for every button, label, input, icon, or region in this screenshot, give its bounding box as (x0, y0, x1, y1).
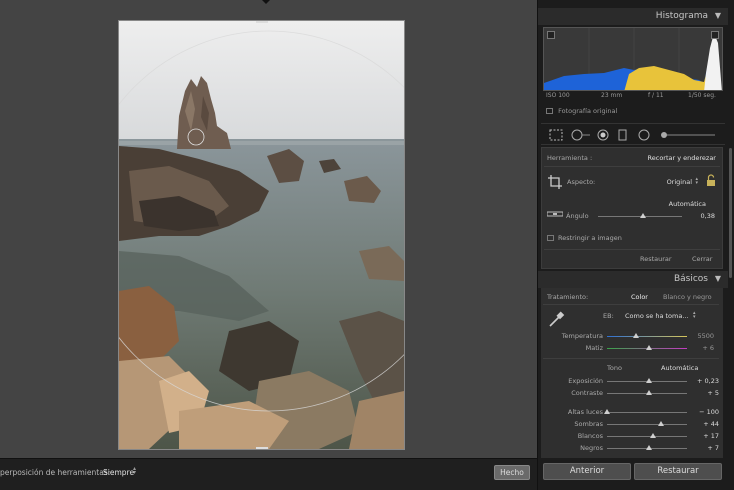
collapse-arrow-icon[interactable]: ▼ (715, 11, 721, 20)
tone-label: Tono (607, 364, 622, 372)
auto-straighten-button[interactable]: Automática (669, 200, 706, 208)
spot-removal-tool-icon[interactable] (571, 129, 591, 141)
basic-panel-title: Básicos (673, 274, 708, 284)
focal-length-value: 23 mm (601, 92, 623, 99)
temperature-slider-track[interactable] (607, 336, 687, 337)
tone-slider-value[interactable]: + 5 (689, 389, 719, 397)
angle-value[interactable]: 0,38 (701, 212, 715, 220)
treatment-bw-option[interactable]: Blanco y negro (663, 293, 712, 301)
histogram-title: Histograma (655, 11, 708, 21)
basic-panel-body: Tratamiento: Color Blanco y negro EB: Co… (541, 288, 723, 458)
separator (544, 249, 720, 250)
coastal-rock-photo (119, 21, 404, 449)
adjustment-brush-tool-icon[interactable] (659, 129, 717, 141)
tone-slider-value[interactable]: + 44 (689, 420, 719, 428)
angle-slider-knob[interactable] (639, 213, 646, 218)
tone-slider-label: Sombras (574, 420, 603, 428)
crop-frame-tool-icon[interactable] (548, 175, 562, 189)
constrain-label: Restringir a imagen (558, 234, 622, 242)
tone-slider-track[interactable] (607, 436, 687, 437)
iso-value: ISO 100 (546, 92, 570, 99)
tone-slider-knob[interactable] (649, 433, 656, 438)
crop-handle-bottom[interactable] (256, 447, 268, 449)
previous-button[interactable]: Anterior (543, 463, 631, 480)
treatment-label: Tratamiento: (547, 293, 589, 301)
temperature-label: Temperatura (561, 332, 603, 340)
tone-slider-label: Altas luces (567, 408, 603, 416)
constrain-checkbox[interactable] (547, 235, 554, 241)
tool-strip (541, 123, 725, 145)
histogram-header[interactable]: Histograma ▼ (538, 8, 728, 25)
white-balance-eyedropper-icon[interactable] (547, 310, 565, 328)
aspect-select[interactable]: Original (667, 178, 692, 186)
tint-value[interactable]: + 6 (684, 344, 714, 352)
aspect-label: Aspecto: (567, 178, 596, 186)
tint-slider-knob[interactable] (645, 345, 652, 350)
tone-slider-knob[interactable] (604, 409, 610, 414)
tone-slider-label: Blancos (577, 432, 603, 440)
tone-slider-value[interactable]: − 100 (689, 408, 719, 416)
basic-panel-header[interactable]: Básicos ▼ (538, 271, 728, 288)
histogram-curve (544, 28, 722, 90)
temperature-value[interactable]: 5500 (684, 332, 714, 340)
aspect-updown-icon[interactable]: ▴ ▾ (695, 177, 698, 186)
tone-slider-track[interactable] (607, 424, 687, 425)
panel-scrollbar[interactable] (729, 130, 732, 460)
tone-slider-value[interactable]: + 7 (689, 444, 719, 452)
tone-slider-label: Negros (580, 444, 603, 452)
tone-slider-label: Exposición (568, 377, 603, 385)
tone-slider-knob[interactable] (646, 445, 653, 450)
tone-auto-button[interactable]: Automática (661, 364, 698, 372)
tool-overlay-label: perposición de herramientas: (0, 468, 111, 477)
tone-slider-value[interactable]: + 17 (689, 432, 719, 440)
tint-label: Matiz (585, 344, 603, 352)
bottom-toolbar: perposición de herramientas: Siempre ▴ ▾ … (0, 458, 537, 490)
done-button[interactable]: Hecho (494, 465, 530, 480)
scrollbar-thumb[interactable] (729, 148, 732, 278)
straighten-level-icon[interactable] (547, 210, 563, 218)
shutter-value: 1/50 seg. (688, 92, 716, 99)
tool-overlay-select[interactable]: Siempre (103, 468, 134, 477)
tone-slider-track[interactable] (607, 412, 687, 413)
filmstrip-toggle-icon[interactable] (262, 0, 270, 4)
wb-updown-icon[interactable]: ▴ ▾ (693, 311, 696, 320)
aperture-value: f / 11 (648, 92, 664, 99)
original-photo-checkbox[interactable] (546, 108, 553, 114)
angle-label: Ángulo (566, 212, 589, 220)
crop-straighten-panel: Herramienta : Recortar y enderezar Aspec… (541, 147, 723, 269)
red-eye-tool-icon[interactable] (596, 129, 610, 141)
separator (544, 166, 720, 167)
tone-slider-value[interactable]: + 0,23 (689, 377, 719, 385)
radial-filter-tool-icon[interactable] (637, 129, 651, 141)
treatment-color-option[interactable]: Color (631, 293, 648, 301)
updown-arrows-icon[interactable]: ▴ ▾ (133, 466, 136, 476)
original-photo-label: Fotografía original (558, 107, 618, 115)
shadow-clipping-icon[interactable] (547, 31, 555, 39)
crop-tool-label: Herramienta : (547, 154, 593, 162)
tone-slider-knob[interactable] (658, 421, 665, 426)
reset-button[interactable]: Restaurar (634, 463, 722, 480)
crop-tool-name: Recortar y enderezar (647, 154, 716, 162)
original-photo-toggle[interactable]: Fotografía original (546, 107, 617, 115)
collapse-arrow-icon[interactable]: ▼ (715, 274, 721, 283)
crop-handle-top[interactable] (256, 21, 268, 23)
photo-crop-frame[interactable] (118, 20, 405, 450)
separator (543, 358, 719, 359)
highlight-clipping-icon[interactable] (711, 31, 719, 39)
separator (543, 304, 719, 305)
wb-select[interactable]: Como se ha toma... (625, 312, 689, 320)
temperature-slider-knob[interactable] (632, 333, 639, 338)
histogram-graph[interactable] (543, 27, 723, 91)
photo-canvas-area (0, 0, 537, 458)
tone-slider-label: Contraste (571, 389, 603, 397)
lock-icon[interactable] (706, 174, 716, 187)
graduated-filter-tool-icon[interactable] (618, 129, 628, 141)
crop-close-button[interactable]: Cerrar (692, 255, 712, 263)
tone-slider-knob[interactable] (645, 390, 652, 395)
develop-right-panel: Histograma ▼ ISO 100 23 mm f / 11 1/50 s… (537, 0, 734, 490)
crop-reset-button[interactable]: Restaurar (640, 255, 672, 263)
crop-overlay-tool-icon[interactable] (549, 129, 563, 141)
wb-label: EB: (603, 312, 614, 320)
tone-slider-knob[interactable] (645, 378, 652, 383)
